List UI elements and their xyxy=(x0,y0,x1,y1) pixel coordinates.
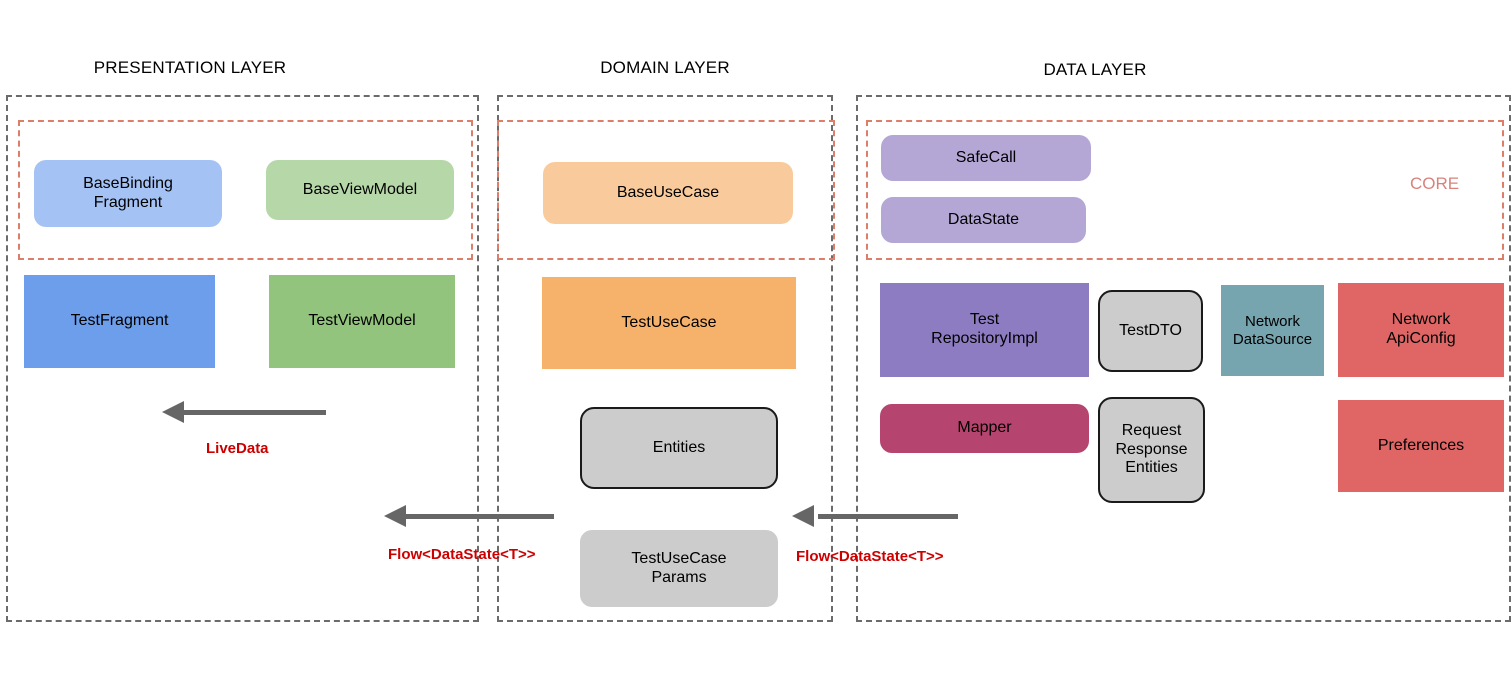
live-data-arrow-label: LiveData xyxy=(206,440,269,457)
node-test-view-model[interactable]: TestViewModel xyxy=(269,275,455,368)
node-test-use-case-params[interactable]: TestUseCase Params xyxy=(580,530,778,607)
node-network-data-source[interactable]: Network DataSource xyxy=(1221,285,1324,376)
architecture-diagram: PRESENTATION LAYER DOMAIN LAYER DATA LAY… xyxy=(0,0,1511,679)
core-label: CORE xyxy=(1410,174,1460,193)
node-base-use-case[interactable]: BaseUseCase xyxy=(543,162,793,224)
node-base-view-model[interactable]: BaseViewModel xyxy=(266,160,454,220)
node-mapper[interactable]: Mapper xyxy=(880,404,1089,453)
layer-title-presentation: PRESENTATION LAYER xyxy=(93,58,287,77)
layer-title-domain: DOMAIN LAYER xyxy=(600,58,730,77)
node-test-repository-impl[interactable]: Test RepositoryImpl xyxy=(880,283,1089,377)
node-data-state[interactable]: DataState xyxy=(881,197,1086,243)
node-base-binding-fragment[interactable]: BaseBinding Fragment xyxy=(34,160,222,227)
node-test-use-case[interactable]: TestUseCase xyxy=(542,277,796,369)
node-entities[interactable]: Entities xyxy=(580,407,778,489)
layer-title-data: DATA LAYER xyxy=(1043,60,1147,79)
flow-domain-arrow-head xyxy=(384,505,406,527)
node-request-response-entities[interactable]: Request Response Entities xyxy=(1098,397,1205,503)
flow-domain-arrow-label: Flow<DataState<T>> xyxy=(388,546,536,563)
flow-data-arrow-line xyxy=(818,514,958,519)
live-data-arrow-line xyxy=(182,410,326,415)
flow-data-arrow-label: Flow<DataState<T>> xyxy=(796,548,944,565)
node-network-api-config[interactable]: Network ApiConfig xyxy=(1338,283,1504,377)
flow-data-arrow-head xyxy=(792,505,814,527)
node-preferences[interactable]: Preferences xyxy=(1338,400,1504,492)
flow-domain-arrow-line xyxy=(404,514,554,519)
live-data-arrow-head xyxy=(162,401,184,423)
node-test-fragment[interactable]: TestFragment xyxy=(24,275,215,368)
node-safe-call[interactable]: SafeCall xyxy=(881,135,1091,181)
node-test-dto[interactable]: TestDTO xyxy=(1098,290,1203,372)
